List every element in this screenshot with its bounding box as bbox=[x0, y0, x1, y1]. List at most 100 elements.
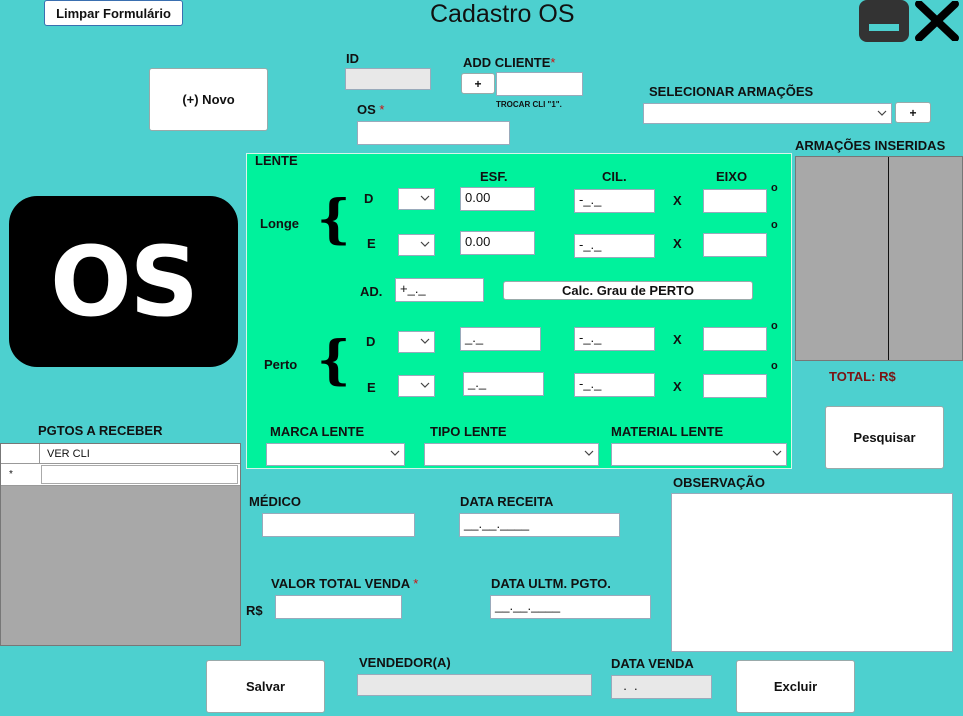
perto-d-select[interactable] bbox=[398, 331, 435, 353]
select-frames-label: SELECIONAR ARMAÇÕES bbox=[649, 84, 814, 99]
payments-column-header[interactable]: VER CLI bbox=[47, 448, 90, 460]
perto-e-x-label: X bbox=[673, 379, 682, 394]
add-frame-button[interactable]: + bbox=[895, 102, 931, 123]
chevron-down-icon bbox=[420, 241, 430, 247]
total-sale-label-text: VALOR TOTAL VENDA bbox=[271, 576, 410, 591]
add-client-label-text: ADD CLIENTE bbox=[463, 55, 551, 70]
longe-d-select[interactable] bbox=[398, 188, 435, 210]
col-esf-label: ESF. bbox=[480, 169, 508, 184]
lens-type-label: TIPO LENTE bbox=[430, 424, 507, 439]
longe-d-label: D bbox=[364, 191, 374, 206]
change-client-hint: TROCAR CLI "1". bbox=[496, 100, 562, 109]
perto-d-esf-field[interactable]: _._ bbox=[460, 327, 541, 351]
search-button[interactable]: Pesquisar bbox=[825, 406, 944, 469]
observation-label: OBSERVAÇÃO bbox=[673, 475, 765, 490]
close-icon[interactable] bbox=[914, 1, 960, 41]
calc-near-button[interactable]: Calc. Grau de PERTO bbox=[503, 281, 753, 300]
os-logo: OS bbox=[9, 196, 238, 367]
longe-e-select[interactable] bbox=[398, 234, 435, 256]
os-required-mark: * bbox=[379, 102, 385, 117]
add-client-button[interactable]: + bbox=[461, 73, 495, 94]
perto-e-cil-field[interactable]: -_._ bbox=[574, 373, 655, 397]
perto-e-eixo-field[interactable] bbox=[703, 374, 767, 398]
chevron-down-icon bbox=[390, 450, 400, 456]
payments-header-row: VER CLI bbox=[1, 444, 240, 464]
perto-e-label: E bbox=[367, 380, 376, 395]
ad-field[interactable]: +_._ bbox=[395, 278, 484, 302]
lens-type-select[interactable] bbox=[424, 443, 599, 466]
chevron-down-icon bbox=[877, 110, 887, 116]
lente-group: LENTE ESF. CIL. EIXO Longe { D 0.00 -_._… bbox=[246, 153, 792, 469]
add-client-required-mark: * bbox=[550, 55, 556, 70]
chevron-down-icon bbox=[772, 450, 782, 456]
longe-d-eixo-field[interactable] bbox=[703, 189, 767, 213]
perto-e-degree-mark: o bbox=[771, 360, 778, 372]
lente-group-label: LENTE bbox=[255, 153, 298, 168]
recipe-date-field[interactable]: __.__.____ bbox=[459, 513, 620, 537]
save-button[interactable]: Salvar bbox=[206, 660, 325, 713]
total-sale-field[interactable] bbox=[275, 595, 402, 619]
os-field[interactable] bbox=[357, 121, 510, 145]
os-label-text: OS bbox=[357, 102, 376, 117]
longe-e-cil-field[interactable]: -_._ bbox=[574, 234, 655, 258]
total-label: TOTAL: R$ bbox=[829, 369, 896, 384]
observation-textarea[interactable] bbox=[671, 493, 953, 652]
payments-grid[interactable]: VER CLI * bbox=[0, 443, 241, 646]
ad-label: AD. bbox=[360, 284, 383, 299]
longe-e-esf-field[interactable]: 0.00 bbox=[460, 231, 535, 255]
longe-label: Longe bbox=[260, 216, 299, 231]
perto-e-esf-field[interactable]: _._ bbox=[463, 372, 544, 396]
seller-label: VENDEDOR(A) bbox=[359, 655, 451, 670]
currency-prefix: R$ bbox=[246, 603, 263, 618]
page-title: Cadastro OS bbox=[430, 0, 575, 28]
sale-date-label: DATA VENDA bbox=[611, 656, 694, 671]
select-frames-dropdown[interactable] bbox=[643, 103, 892, 124]
seller-field bbox=[357, 674, 592, 696]
longe-e-degree-mark: o bbox=[771, 219, 778, 231]
perto-d-eixo-field[interactable] bbox=[703, 327, 767, 351]
chevron-down-icon bbox=[420, 195, 430, 201]
doctor-field[interactable] bbox=[262, 513, 415, 537]
payments-row-header-cell bbox=[1, 444, 40, 464]
sale-date-field: . . bbox=[611, 675, 712, 699]
os-logo-text: OS bbox=[50, 225, 199, 338]
delete-button[interactable]: Excluir bbox=[736, 660, 855, 713]
longe-brace: { bbox=[317, 189, 351, 250]
id-label: ID bbox=[346, 51, 359, 66]
longe-d-degree-mark: o bbox=[771, 182, 778, 194]
col-eixo-label: EIXO bbox=[716, 169, 748, 184]
perto-d-x-label: X bbox=[673, 332, 682, 347]
perto-d-degree-mark: o bbox=[771, 320, 778, 332]
payments-new-row-cell[interactable] bbox=[41, 465, 238, 484]
new-os-button[interactable]: (+) Novo bbox=[149, 68, 268, 131]
longe-d-x-label: X bbox=[673, 193, 682, 208]
lens-material-select[interactable] bbox=[611, 443, 787, 466]
longe-d-cil-field[interactable]: -_._ bbox=[574, 189, 655, 213]
cadastro-os-window: { "window": { "title": "Cadastro OS", "c… bbox=[0, 0, 963, 716]
longe-e-label: E bbox=[367, 236, 376, 251]
doctor-label: MÉDICO bbox=[249, 494, 301, 509]
add-client-label: ADD CLIENTE* bbox=[463, 55, 555, 70]
payments-new-row[interactable]: * bbox=[1, 464, 240, 486]
total-sale-label: VALOR TOTAL VENDA * bbox=[271, 576, 418, 591]
id-field bbox=[345, 68, 431, 90]
longe-e-eixo-field[interactable] bbox=[703, 233, 767, 257]
clear-form-button[interactable]: Limpar Formulário bbox=[44, 0, 183, 26]
recipe-date-label: DATA RECEITA bbox=[460, 494, 554, 509]
chevron-down-icon bbox=[420, 338, 430, 344]
payments-title: PGTOS A RECEBER bbox=[38, 423, 163, 438]
perto-brace: { bbox=[317, 330, 351, 391]
lens-material-label: MATERIAL LENTE bbox=[611, 424, 724, 439]
total-sale-required-mark: * bbox=[413, 576, 419, 591]
perto-label: Perto bbox=[264, 357, 298, 372]
chevron-down-icon bbox=[584, 450, 594, 456]
perto-d-cil-field[interactable]: -_._ bbox=[574, 327, 655, 351]
inserted-frames-list[interactable] bbox=[795, 156, 963, 361]
minimize-icon[interactable] bbox=[859, 0, 909, 42]
longe-d-esf-field[interactable]: 0.00 bbox=[460, 187, 535, 211]
last-payment-field[interactable]: __.__.____ bbox=[490, 595, 651, 619]
os-label: OS * bbox=[357, 102, 384, 117]
perto-e-select[interactable] bbox=[398, 375, 435, 397]
lens-brand-select[interactable] bbox=[266, 443, 405, 466]
client-field[interactable] bbox=[496, 72, 583, 96]
